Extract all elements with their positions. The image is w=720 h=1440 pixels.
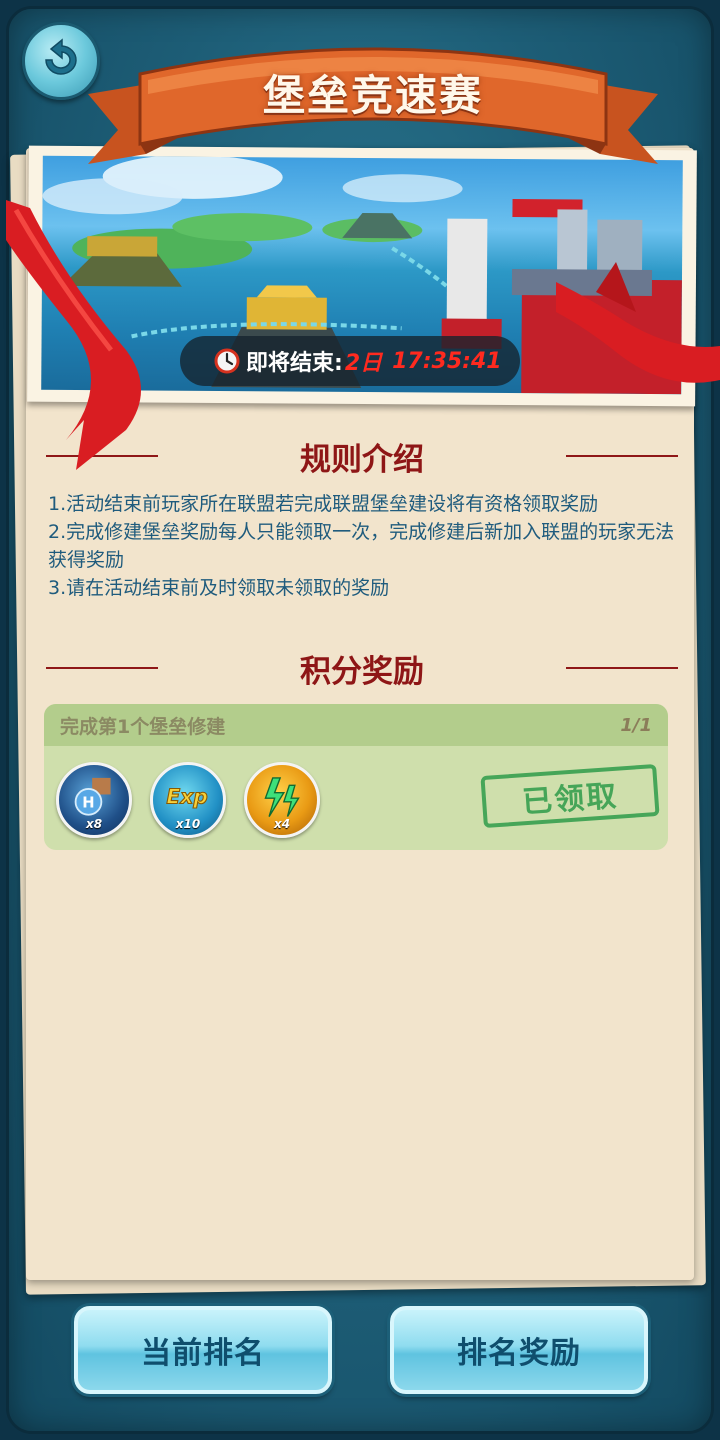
reward-qty: x4 — [273, 817, 291, 831]
claimed-stamp: 已领取 — [480, 763, 660, 829]
red-ribbon-left — [6, 200, 141, 470]
points-reward-heading-text: 积分奖励 — [300, 653, 424, 690]
back-button[interactable] — [22, 22, 100, 100]
reward-item[interactable]: H x8 — [56, 762, 132, 838]
svg-text:H: H — [82, 794, 94, 811]
current-rank-button[interactable]: 当前排名 — [74, 1306, 332, 1394]
red-ribbon-right — [556, 262, 720, 383]
task-card: 完成第1个堡垒修建 1/1 H x8 Exp x10 x4 已领取 — [44, 704, 668, 850]
back-arrow-icon — [45, 38, 77, 75]
countdown-timer: 即将结束: 2日 17:35:41 — [180, 336, 520, 386]
rule-item: 3.请在活动结束前及时领取未领取的奖励 — [48, 577, 390, 599]
title-banner: 堡垒竞速赛 — [88, 34, 658, 194]
timer-time: 17:35:41 — [392, 348, 502, 374]
task-progress: 1/1 — [620, 714, 652, 736]
reward-qty: x10 — [175, 817, 201, 831]
page-title: 堡垒竞速赛 — [262, 71, 483, 120]
clock-icon — [214, 348, 240, 374]
divider — [566, 455, 678, 457]
reward-item[interactable]: Exp x10 — [150, 762, 226, 838]
rule-item: 1.活动结束前玩家所在联盟若完成联盟堡垒建设将有资格领取奖励 — [48, 493, 599, 515]
rules-list: 1.活动结束前玩家所在联盟若完成联盟堡垒建设将有资格领取奖励 2.完成修建堡垒奖… — [48, 490, 680, 602]
rule-item: 2.完成修建堡垒奖励每人只能领取一次，完成修建后新加入联盟的玩家无法获得奖励 — [48, 521, 675, 571]
timer-label: 即将结束: — [246, 351, 343, 376]
points-reward-heading: 积分奖励 — [46, 648, 678, 690]
svg-text:Exp: Exp — [166, 785, 207, 809]
reward-qty: x8 — [85, 817, 103, 831]
timer-days: 2日 — [344, 351, 383, 376]
rules-heading-text: 规则介绍 — [300, 441, 424, 478]
rank-reward-button[interactable]: 排名奖励 — [390, 1306, 648, 1394]
task-header: 完成第1个堡垒修建 1/1 — [44, 704, 668, 746]
divider — [566, 667, 678, 669]
divider — [46, 667, 158, 669]
reward-item[interactable]: x4 — [244, 762, 320, 838]
reward-list: H x8 Exp x10 x4 — [56, 762, 338, 838]
task-title: 完成第1个堡垒修建 — [60, 715, 226, 738]
